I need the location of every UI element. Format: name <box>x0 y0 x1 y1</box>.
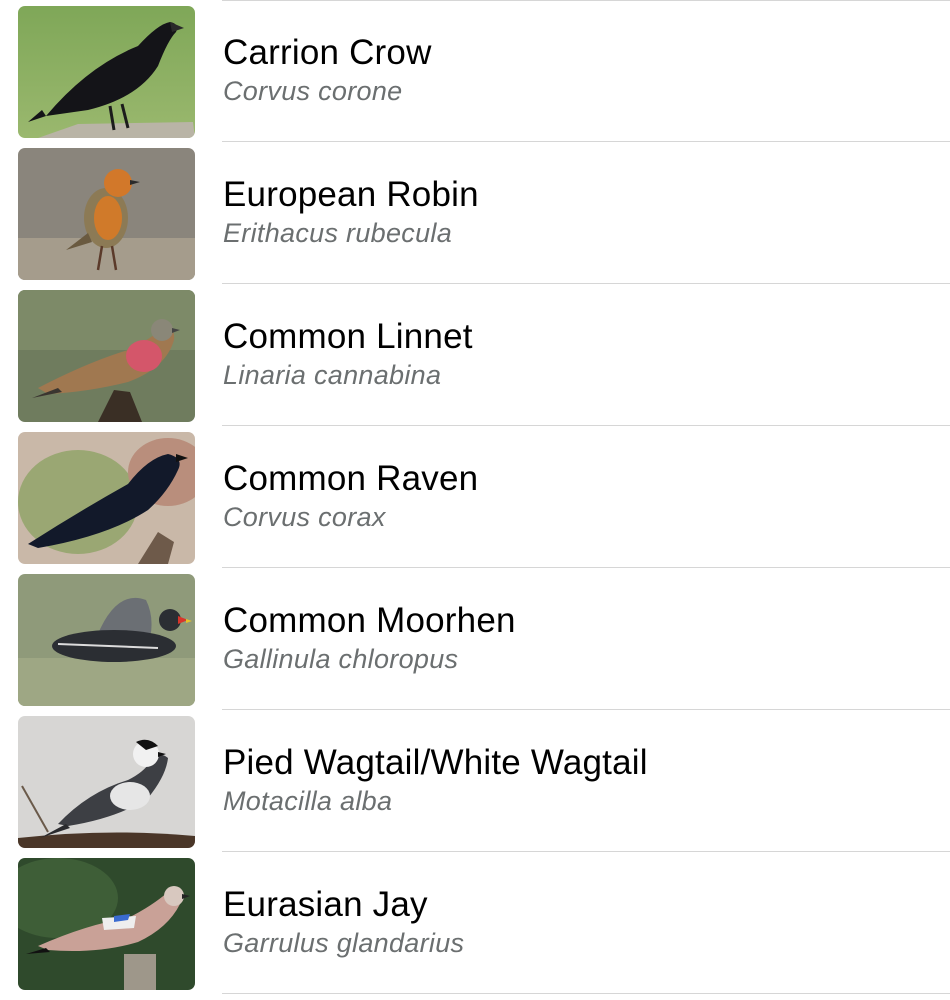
common-moorhen-photo <box>18 574 195 706</box>
bird-common-name: Eurasian Jay <box>223 885 428 924</box>
bird-common-name: Common Linnet <box>223 317 473 356</box>
bird-common-name: Pied Wagtail/White Wagtail <box>223 743 648 782</box>
common-linnet-photo <box>18 290 195 422</box>
common-raven-photo <box>18 432 195 564</box>
bird-row-carrion-crow[interactable]: Carrion Crow Corvus corone <box>0 0 950 142</box>
bird-common-name: Common Moorhen <box>223 601 516 640</box>
bird-scientific-name: Garrulus glandarius <box>223 928 465 958</box>
bird-row-european-robin[interactable]: European Robin Erithacus rubecula <box>0 142 950 284</box>
bird-scientific-name: Corvus corax <box>223 502 386 532</box>
bird-list: Carrion Crow Corvus corone European Robi… <box>0 0 950 1000</box>
eurasian-jay-photo <box>18 858 195 990</box>
bird-row-common-linnet[interactable]: Common Linnet Linaria cannabina <box>0 284 950 426</box>
bird-scientific-name: Gallinula chloropus <box>223 644 459 674</box>
bird-scientific-name: Linaria cannabina <box>223 360 442 390</box>
row-separator <box>222 993 950 994</box>
bird-scientific-name: Erithacus rubecula <box>223 218 453 248</box>
bird-row-pied-wagtail[interactable]: Pied Wagtail/White Wagtail Motacilla alb… <box>0 710 950 852</box>
pied-wagtail-photo <box>18 716 195 848</box>
bird-common-name: Carrion Crow <box>223 33 432 72</box>
bird-row-common-raven[interactable]: Common Raven Corvus corax <box>0 426 950 568</box>
bird-row-eurasian-jay[interactable]: Eurasian Jay Garrulus glandarius <box>0 852 950 994</box>
european-robin-photo <box>18 148 195 280</box>
carrion-crow-photo <box>18 6 195 138</box>
bird-row-common-moorhen[interactable]: Common Moorhen Gallinula chloropus <box>0 568 950 710</box>
bird-scientific-name: Motacilla alba <box>223 786 393 816</box>
bird-common-name: Common Raven <box>223 459 479 498</box>
bird-common-name: European Robin <box>223 175 479 214</box>
bird-scientific-name: Corvus corone <box>223 76 403 106</box>
